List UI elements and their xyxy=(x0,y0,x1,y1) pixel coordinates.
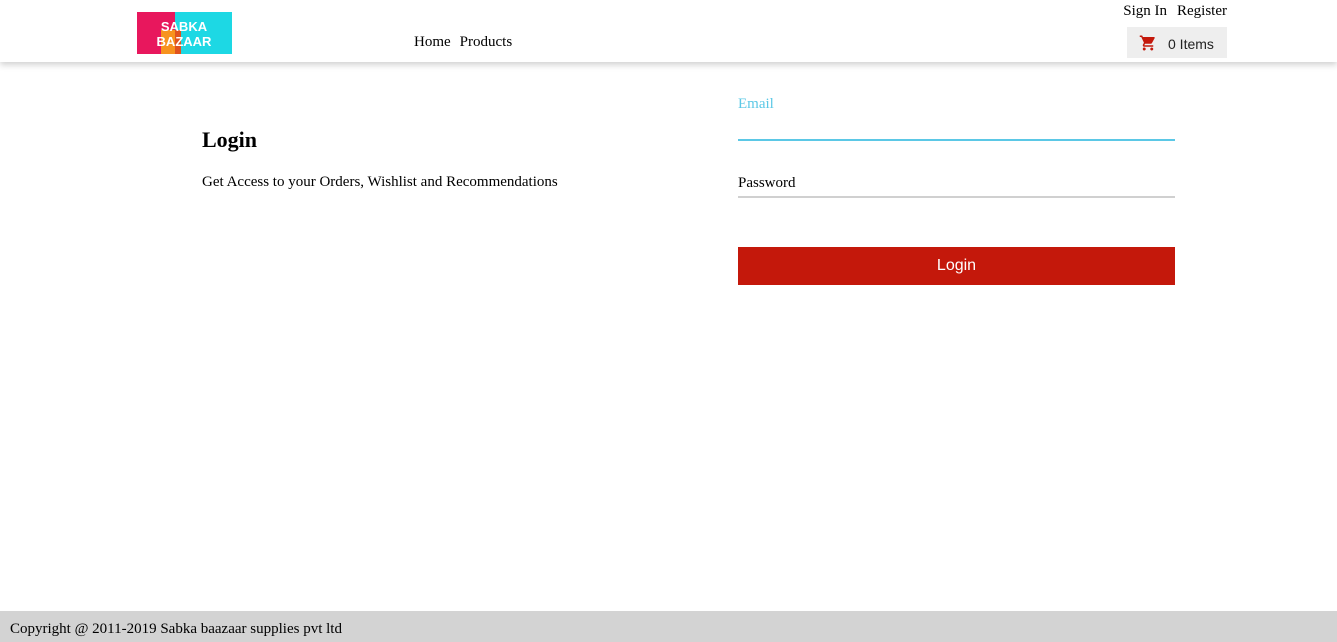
register-link[interactable]: Register xyxy=(1177,3,1227,20)
auth-links: Sign In Register xyxy=(1123,3,1227,20)
email-label: Email xyxy=(738,96,774,112)
password-field-group: Password xyxy=(738,175,1175,198)
logo-line2: BAZAAR xyxy=(157,34,212,49)
password-input[interactable] xyxy=(738,194,1175,198)
email-input[interactable] xyxy=(738,113,1175,141)
site-footer: Copyright @ 2011-2019 Sabka baazaar supp… xyxy=(0,611,1337,642)
sabka-bazaar-logo[interactable]: SABKA BAZAAR xyxy=(137,12,232,54)
cart-button[interactable]: 0 Items xyxy=(1127,27,1227,58)
main-nav: Home Products xyxy=(414,34,512,51)
nav-products-link[interactable]: Products xyxy=(460,34,513,51)
copyright-text: Copyright @ 2011-2019 Sabka baazaar supp… xyxy=(10,621,342,637)
logo-line1: SABKA xyxy=(161,19,208,34)
login-description: Get Access to your Orders, Wishlist and … xyxy=(202,174,558,190)
cart-icon xyxy=(1139,35,1155,50)
sign-in-link[interactable]: Sign In xyxy=(1123,3,1167,20)
logo-graphic: SABKA BAZAAR xyxy=(137,12,232,54)
cart-items-count: 0 Items xyxy=(1168,35,1214,52)
login-button[interactable]: Login xyxy=(738,247,1175,285)
email-field-group: Email xyxy=(738,96,1175,141)
site-header: SABKA BAZAAR Home Products Sign In Regis… xyxy=(0,0,1337,62)
nav-home-link[interactable]: Home xyxy=(414,34,451,51)
password-label: Password xyxy=(738,175,796,191)
page-title: Login xyxy=(202,127,258,152)
